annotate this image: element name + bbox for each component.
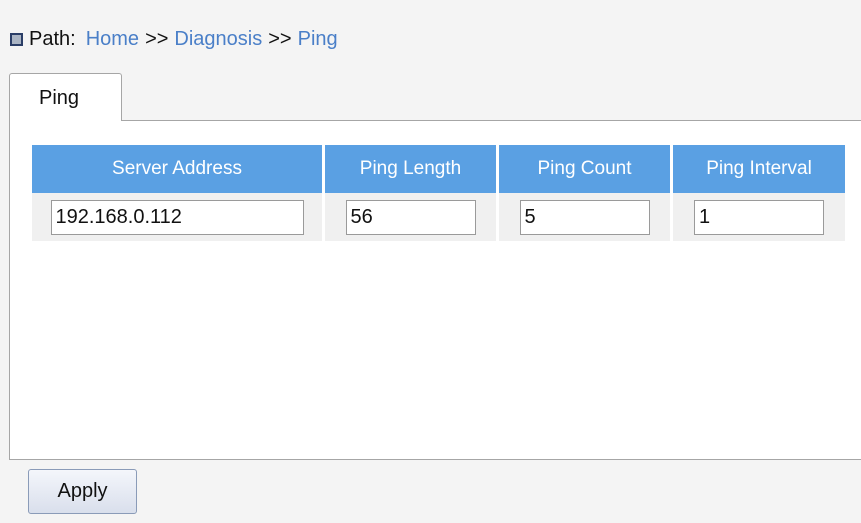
path-label: Path: xyxy=(29,27,76,50)
cell-server-address xyxy=(32,193,325,241)
table-row xyxy=(32,193,845,241)
header-server-address: Server Address xyxy=(32,145,325,193)
breadcrumb-separator: >> xyxy=(145,27,169,50)
square-bullet-icon xyxy=(10,32,23,46)
breadcrumb-link-home[interactable]: Home xyxy=(86,28,139,51)
header-ping-count: Ping Count xyxy=(499,145,673,193)
ping-length-input[interactable] xyxy=(345,199,476,235)
header-ping-length: Ping Length xyxy=(325,145,499,193)
header-ping-interval: Ping Interval xyxy=(673,145,845,193)
breadcrumb-link-diagnosis[interactable]: Diagnosis xyxy=(174,28,262,51)
cell-ping-count xyxy=(499,193,673,241)
breadcrumb-separator: >> xyxy=(268,27,292,50)
ping-settings-table: Server Address Ping Length Ping Count Pi… xyxy=(32,145,845,241)
cell-ping-interval xyxy=(673,193,845,241)
apply-button[interactable]: Apply xyxy=(28,469,137,514)
tab-ping-label: Ping xyxy=(39,87,80,109)
server-address-input[interactable] xyxy=(50,199,304,235)
tab-ping[interactable]: Ping xyxy=(9,73,122,121)
table-header-row: Server Address Ping Length Ping Count Pi… xyxy=(32,145,845,193)
ping-count-input[interactable] xyxy=(519,199,650,235)
ping-interval-input[interactable] xyxy=(694,199,824,235)
cell-ping-length xyxy=(325,193,499,241)
breadcrumb-link-ping[interactable]: Ping xyxy=(298,28,338,51)
breadcrumb: Path: Home >> Diagnosis >> Ping xyxy=(10,26,338,52)
